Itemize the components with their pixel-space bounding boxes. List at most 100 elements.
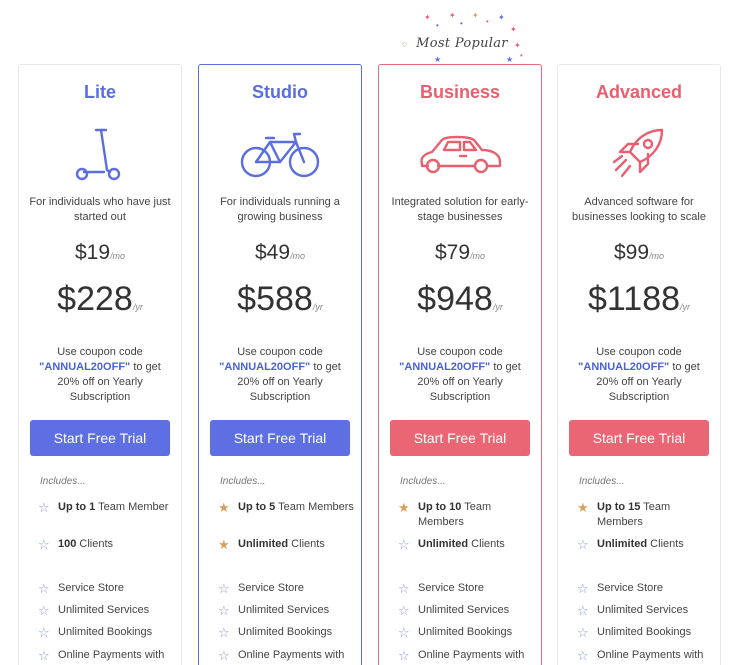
includes-label: Includes... xyxy=(220,476,266,487)
feature-item: ☆ Up to 1 Team Member xyxy=(38,500,175,515)
feature-item: ★ Up to 5 Team Members xyxy=(218,500,355,515)
rocket-icon xyxy=(558,121,720,189)
feature-text: Service Store xyxy=(597,582,664,594)
star-outline-icon: ☆ xyxy=(577,603,589,618)
star-outline-icon: ☆ xyxy=(398,581,410,596)
monthly-price: $49/mo xyxy=(254,241,306,264)
star-outline-icon: ☆ xyxy=(398,625,410,640)
start-free-trial-button[interactable]: Start Free Trial xyxy=(569,420,709,456)
monthly-price: $99/mo xyxy=(613,241,665,264)
feature-text: Up to 5 Team Members xyxy=(238,501,354,513)
feature-text: Service Store xyxy=(238,582,305,594)
feature-text: Online Payments with Stripe & PayPal xyxy=(418,649,525,665)
coupon-text: Use coupon code "ANNUAL20OFF" to get 20%… xyxy=(39,346,161,403)
plan-name: Lite xyxy=(83,82,116,102)
monthly-price: $79/mo xyxy=(434,241,486,264)
feature-text: Service Store xyxy=(58,582,125,594)
feature-text: Online Payments with Stripe & PayPal xyxy=(58,649,165,665)
feature-item: ★ Up to 15 Team Members xyxy=(577,500,714,530)
coupon-code: "ANNUAL20OFF" xyxy=(399,361,491,373)
plan-card-business: Business Integrated solution for early-s… xyxy=(378,64,542,665)
feature-item: ☆ Online Payments with Stripe & PayPal xyxy=(218,648,355,665)
plan-name: Studio xyxy=(252,82,308,102)
feature-text: Unlimited Services xyxy=(58,604,150,616)
feature-text: Unlimited Services xyxy=(418,604,510,616)
feature-text: Up to 1 Team Member xyxy=(58,501,169,513)
coupon-text: Use coupon code "ANNUAL20OFF" to get 20%… xyxy=(219,346,341,403)
coupon-code: "ANNUAL20OFF" xyxy=(578,361,670,373)
includes-label: Includes... xyxy=(40,476,86,487)
feature-item: ☆ Unlimited Clients xyxy=(577,537,714,552)
star-outline-icon: ☆ xyxy=(218,625,230,640)
coupon-code: "ANNUAL20OFF" xyxy=(219,361,311,373)
star-outline-icon: ☆ xyxy=(577,625,589,640)
feature-text: Unlimited Clients xyxy=(238,538,325,550)
star-outline-icon: ☆ xyxy=(398,603,410,618)
includes-label: Includes... xyxy=(579,476,625,487)
feature-item: ☆ Service Store xyxy=(577,581,714,596)
feature-item: ☆ Unlimited Bookings xyxy=(398,625,535,640)
feature-item: ☆ Unlimited Services xyxy=(398,603,535,618)
most-popular-badge: ✦ • ✦ • ✦ • ✦ ✦ ○ ✦ ★ ★ • Most Popular xyxy=(392,6,532,64)
feature-text: Up to 15 Team Members xyxy=(597,501,671,528)
yearly-price: $948/yr xyxy=(417,280,503,318)
yearly-price: $588/yr xyxy=(237,280,323,318)
monthly-price: $19/mo xyxy=(74,241,126,264)
star-filled-icon: ★ xyxy=(218,500,230,515)
star-outline-icon: ☆ xyxy=(398,537,410,552)
plan-name: Advanced xyxy=(595,82,683,102)
bicycle-icon xyxy=(199,121,361,189)
start-free-trial-button[interactable]: Start Free Trial xyxy=(210,420,350,456)
scooter-icon xyxy=(19,121,181,189)
includes-label: Includes... xyxy=(400,476,446,487)
star-outline-icon: ☆ xyxy=(38,537,50,552)
star-outline-icon: ☆ xyxy=(38,581,50,596)
plan-card-studio: Studio For individuals running a growing… xyxy=(198,64,362,665)
car-icon xyxy=(379,121,541,189)
feature-item: ☆ Service Store xyxy=(398,581,535,596)
feature-text: Online Payments with Stripe & PayPal xyxy=(597,649,704,665)
star-outline-icon: ☆ xyxy=(38,500,50,515)
feature-item: ★ Up to 10 Team Members xyxy=(398,500,535,530)
yearly-price: $1188/yr xyxy=(587,280,691,318)
feature-text: Unlimited Bookings xyxy=(418,626,513,638)
feature-item: ☆ Service Store xyxy=(218,581,355,596)
feature-item: ☆ Unlimited Bookings xyxy=(38,625,175,640)
star-filled-icon: ★ xyxy=(577,500,589,515)
feature-item: ☆ Service Store xyxy=(38,581,175,596)
plan-description: Integrated solution for early-stage busi… xyxy=(391,196,529,223)
star-outline-icon: ☆ xyxy=(577,537,589,552)
coupon-code: "ANNUAL20OFF" xyxy=(39,361,131,373)
star-outline-icon: ☆ xyxy=(38,625,50,640)
star-outline-icon: ☆ xyxy=(38,648,50,663)
most-popular-label: Most Popular xyxy=(416,36,508,51)
star-outline-icon: ☆ xyxy=(577,648,589,663)
yearly-price: $228/yr xyxy=(57,280,143,318)
feature-item: ☆ Unlimited Services xyxy=(218,603,355,618)
plan-description: For individuals who have just started ou… xyxy=(29,196,171,223)
star-outline-icon: ☆ xyxy=(218,648,230,663)
feature-item: ☆ Unlimited Services xyxy=(577,603,714,618)
coupon-text: Use coupon code "ANNUAL20OFF" to get 20%… xyxy=(578,346,700,403)
feature-text: Unlimited Clients xyxy=(597,538,684,550)
feature-item: ★ Unlimited Clients xyxy=(218,537,355,552)
star-filled-icon: ★ xyxy=(218,537,230,552)
feature-item: ☆ Online Payments with Stripe & PayPal xyxy=(398,648,535,665)
plan-name: Business xyxy=(419,82,501,102)
feature-text: Unlimited Services xyxy=(238,604,330,616)
feature-item: ☆ Unlimited Services xyxy=(38,603,175,618)
feature-text: Unlimited Bookings xyxy=(238,626,333,638)
feature-item: ☆ Online Payments with Stripe & PayPal xyxy=(577,648,714,665)
feature-item: ☆ Online Payments with Stripe & PayPal xyxy=(38,648,175,665)
feature-item: ☆ Unlimited Bookings xyxy=(218,625,355,640)
feature-item: ☆ Unlimited Clients xyxy=(398,537,535,552)
plan-card-lite: Lite For individuals who have just start… xyxy=(18,64,182,665)
start-free-trial-button[interactable]: Start Free Trial xyxy=(30,420,170,456)
coupon-text: Use coupon code "ANNUAL20OFF" to get 20%… xyxy=(399,346,521,403)
start-free-trial-button[interactable]: Start Free Trial xyxy=(390,420,530,456)
star-outline-icon: ☆ xyxy=(398,648,410,663)
feature-text: Unlimited Clients xyxy=(418,538,505,550)
feature-text: 100 Clients xyxy=(58,538,114,550)
star-outline-icon: ☆ xyxy=(577,581,589,596)
plan-description: For individuals running a growing busine… xyxy=(220,196,340,223)
